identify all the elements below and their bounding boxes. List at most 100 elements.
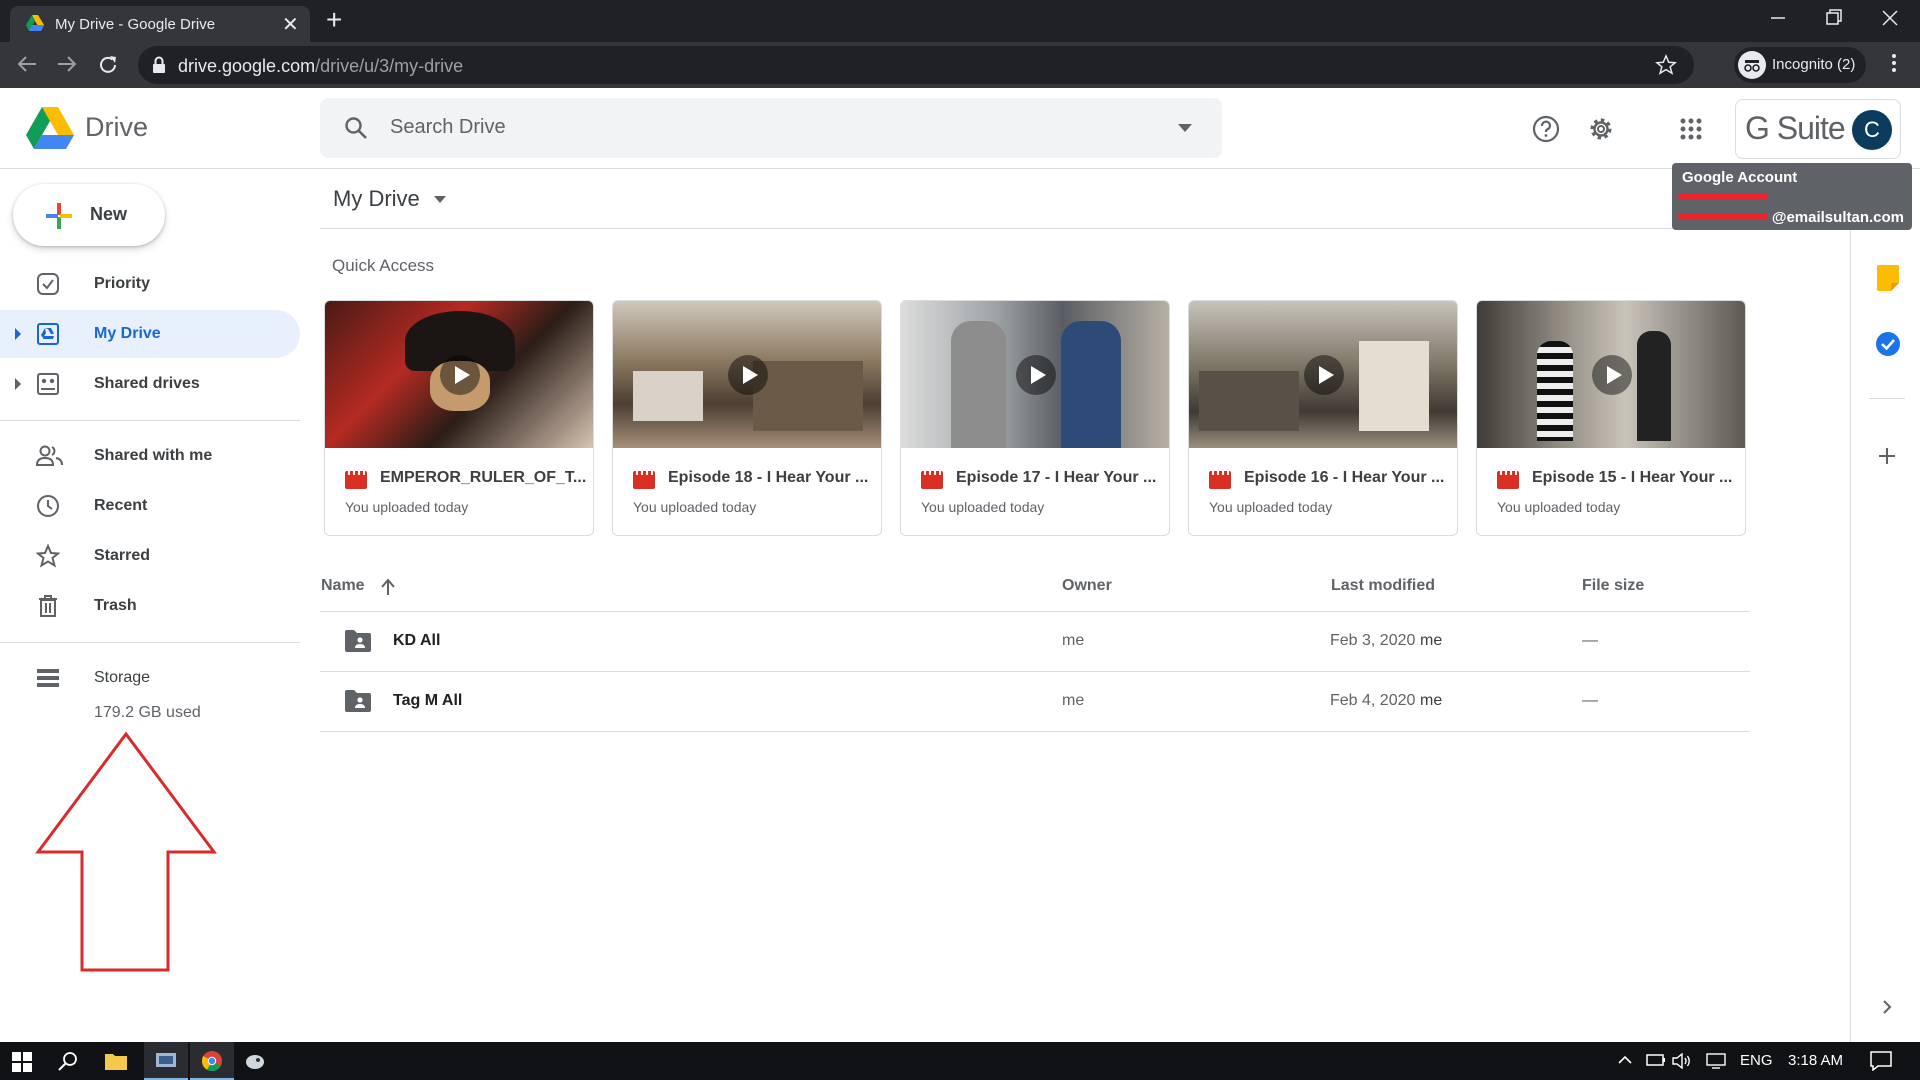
network-icon[interactable] bbox=[1706, 1053, 1726, 1069]
play-icon[interactable] bbox=[440, 355, 480, 395]
volume-icon[interactable] bbox=[1672, 1053, 1692, 1069]
apps-grid-icon[interactable] bbox=[1680, 118, 1702, 140]
file-owner: me bbox=[1062, 632, 1085, 649]
settings-gear-icon[interactable] bbox=[1587, 115, 1615, 143]
search-options-dropdown-icon[interactable] bbox=[1178, 124, 1192, 132]
drive-logo-icon[interactable] bbox=[26, 107, 74, 149]
sidebar-item-trash[interactable]: Trash bbox=[0, 582, 300, 630]
quick-access-card[interactable]: Episode 15 - I Hear Your ... You uploade… bbox=[1476, 300, 1746, 536]
expand-caret-icon[interactable] bbox=[15, 378, 21, 390]
browser-tab[interactable]: My Drive - Google Drive ✕ bbox=[10, 6, 310, 42]
incognito-indicator[interactable]: Incognito (2) bbox=[1734, 47, 1866, 83]
taskbar-app-control-panel[interactable] bbox=[144, 1042, 188, 1080]
sidebar-item-label: Shared drives bbox=[94, 375, 200, 392]
search-bar[interactable] bbox=[320, 98, 1222, 158]
restore-icon[interactable] bbox=[1826, 8, 1842, 28]
play-icon[interactable] bbox=[1592, 355, 1632, 395]
chevron-right-icon[interactable] bbox=[1882, 999, 1892, 1015]
windows-taskbar: ENG 3:18 AM bbox=[0, 1042, 1920, 1080]
play-icon[interactable] bbox=[728, 355, 768, 395]
drive-app-name[interactable]: Drive bbox=[85, 112, 148, 143]
sidebar-item-my-drive[interactable]: My Drive bbox=[0, 310, 300, 358]
sidebar-item-storage[interactable]: Storage bbox=[0, 654, 300, 702]
shared-folder-icon bbox=[345, 630, 371, 652]
file-subtitle: You uploaded today bbox=[921, 499, 1045, 515]
help-icon[interactable] bbox=[1532, 115, 1560, 143]
avatar[interactable]: C bbox=[1852, 110, 1892, 150]
sidebar-item-label: My Drive bbox=[94, 325, 161, 342]
new-button[interactable]: New bbox=[13, 184, 165, 246]
sidebar-item-shared-drives[interactable]: Shared drives bbox=[0, 360, 300, 408]
shared-drives-icon bbox=[36, 372, 60, 396]
search-input[interactable] bbox=[390, 112, 1090, 142]
sidebar-item-recent[interactable]: Recent bbox=[0, 482, 300, 530]
sidebar-item-shared-with-me[interactable]: Shared with me bbox=[0, 432, 300, 480]
expand-caret-icon[interactable] bbox=[15, 328, 21, 340]
sidebar-item-starred[interactable]: Starred bbox=[0, 532, 300, 580]
battery-icon[interactable] bbox=[1646, 1053, 1666, 1067]
priority-icon bbox=[36, 272, 60, 296]
column-header-owner[interactable]: Owner bbox=[1062, 577, 1112, 595]
file-owner: me bbox=[1062, 692, 1085, 709]
notifications-icon[interactable] bbox=[1870, 1051, 1892, 1071]
tasks-icon[interactable] bbox=[1876, 332, 1900, 356]
file-title: Episode 18 - I Hear Your ... bbox=[668, 469, 869, 486]
forward-icon[interactable] bbox=[56, 54, 78, 74]
new-tab-button[interactable]: + bbox=[326, 6, 342, 34]
reload-icon[interactable] bbox=[97, 54, 119, 76]
url-field[interactable]: drive.google.com/drive/u/3/my-drive bbox=[138, 46, 1694, 84]
plus-icon bbox=[46, 203, 72, 229]
windows-start-icon[interactable] bbox=[12, 1052, 32, 1072]
keep-icon[interactable] bbox=[1877, 265, 1899, 291]
window-close-icon[interactable] bbox=[1882, 8, 1898, 28]
file-subtitle: You uploaded today bbox=[345, 499, 469, 515]
quick-access-card[interactable]: EMPEROR_RULER_OF_T... You uploaded today bbox=[324, 300, 594, 536]
people-icon bbox=[36, 444, 64, 468]
language-indicator[interactable]: ENG bbox=[1740, 1052, 1773, 1069]
search-icon[interactable] bbox=[344, 116, 368, 140]
file-subtitle: You uploaded today bbox=[1209, 499, 1333, 515]
account-switcher[interactable]: G Suite C bbox=[1735, 99, 1901, 159]
play-icon[interactable] bbox=[1016, 355, 1056, 395]
app-bird-icon[interactable] bbox=[244, 1051, 266, 1071]
chevron-down-icon[interactable] bbox=[434, 196, 446, 203]
video-file-icon bbox=[921, 471, 943, 489]
sort-ascending-icon[interactable] bbox=[380, 578, 396, 596]
file-modified-by: me bbox=[1420, 632, 1443, 649]
page-title[interactable]: My Drive bbox=[333, 186, 420, 212]
quick-access-card[interactable]: Episode 17 - I Hear Your ... You uploade… bbox=[900, 300, 1170, 536]
back-icon[interactable] bbox=[16, 54, 38, 74]
taskbar-search-icon[interactable] bbox=[58, 1051, 78, 1071]
clock-time[interactable]: 3:18 AM bbox=[1788, 1052, 1843, 1069]
file-modified-by: me bbox=[1420, 692, 1443, 709]
file-modified: Feb 4, 2020 bbox=[1330, 692, 1416, 709]
table-row[interactable]: KD All me Feb 3, 2020 me — bbox=[320, 611, 1750, 671]
minimize-icon[interactable] bbox=[1770, 8, 1786, 28]
bookmark-star-icon[interactable] bbox=[1655, 54, 1677, 76]
url-host: drive.google.com bbox=[178, 56, 316, 76]
quick-access-card[interactable]: Episode 16 - I Hear Your ... You uploade… bbox=[1188, 300, 1458, 536]
column-header-file-size[interactable]: File size bbox=[1582, 577, 1644, 595]
video-file-icon bbox=[633, 471, 655, 489]
tooltip-email: @emailsultan.com bbox=[1771, 209, 1904, 226]
taskbar-app-chrome[interactable] bbox=[190, 1042, 234, 1080]
control-panel-icon bbox=[156, 1051, 176, 1071]
star-icon bbox=[36, 544, 60, 568]
file-name: Tag M All bbox=[393, 692, 463, 709]
video-file-icon bbox=[1497, 471, 1519, 489]
play-icon[interactable] bbox=[1304, 355, 1344, 395]
column-header-last-modified[interactable]: Last modified bbox=[1331, 577, 1435, 595]
quick-access-card[interactable]: Episode 18 - I Hear Your ... You uploade… bbox=[612, 300, 882, 536]
column-header-name[interactable]: Name bbox=[321, 577, 365, 595]
tab-close-icon[interactable]: ✕ bbox=[282, 12, 299, 37]
sidebar-item-label: Starred bbox=[94, 547, 151, 564]
browser-menu-icon[interactable] bbox=[1891, 52, 1897, 74]
table-row[interactable]: Tag M All me Feb 4, 2020 me — bbox=[320, 671, 1750, 732]
add-addon-plus-icon[interactable] bbox=[1879, 448, 1895, 464]
sidebar-item-label: Shared with me bbox=[94, 447, 213, 464]
file-explorer-icon[interactable] bbox=[105, 1052, 127, 1070]
sidebar-item-priority[interactable]: Priority bbox=[0, 260, 300, 308]
url-path: /drive/u/3/my-drive bbox=[315, 56, 464, 76]
tray-chevron-up-icon[interactable] bbox=[1618, 1055, 1632, 1064]
drive-favicon-icon bbox=[26, 15, 44, 31]
